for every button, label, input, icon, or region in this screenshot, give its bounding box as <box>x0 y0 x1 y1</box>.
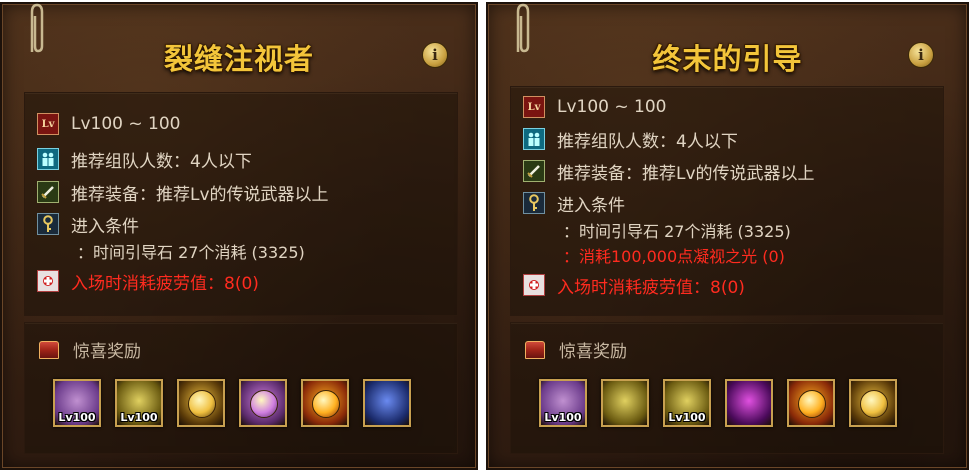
item-glyph <box>312 390 340 418</box>
gold-medal-icon[interactable] <box>177 379 225 427</box>
fatigue-icon <box>523 274 545 296</box>
requirements-box: Lv Lv100 ~ 100 推荐组队人数：4人以下 推荐装备：推荐Lv的传说武… <box>24 92 458 316</box>
level-row: Lv Lv100 ~ 100 <box>523 95 666 119</box>
reward-label: 惊喜奖励 <box>73 342 141 362</box>
gold-medal-icon[interactable] <box>849 379 897 427</box>
fatigue-row: 入场时消耗疲劳值：8(0) <box>523 273 745 298</box>
equip-row: 推荐装备：推荐Lv的传说武器以上 <box>523 159 815 184</box>
item-level-tag: Lv100 <box>668 411 706 424</box>
fatigue-text: 入场时消耗疲劳值：8(0) <box>557 277 745 298</box>
epic-weapon-box-icon[interactable]: Lv100 <box>539 379 587 427</box>
fatigue-text: 入场时消耗疲劳值：8(0) <box>71 273 259 294</box>
item-level-tag: Lv100 <box>544 411 582 424</box>
entry-row: 进入条件 <box>37 212 139 237</box>
epic-weapon-box-gold-icon[interactable]: Lv100 <box>663 379 711 427</box>
weapon-box-gold-icon[interactable] <box>601 379 649 427</box>
level-text: Lv100 ~ 100 <box>71 114 181 134</box>
fatigue-row: 入场时消耗疲劳值：8(0) <box>37 269 259 294</box>
reward-label: 惊喜奖励 <box>559 342 627 362</box>
item-glyph <box>798 390 826 418</box>
party-text: 推荐组队人数：4人以下 <box>71 151 252 172</box>
equip-text: 推荐装备：推荐Lv的传说武器以上 <box>71 184 329 205</box>
key-icon <box>37 213 59 235</box>
party-row: 推荐组队人数：4人以下 <box>37 147 252 172</box>
reward-header: 惊喜奖励 <box>39 337 141 362</box>
item-level-tag: Lv100 <box>58 411 96 424</box>
level-icon: Lv <box>523 96 545 118</box>
entry-condition-stone: ：时间引导石 27个消耗 (3325) <box>563 222 791 241</box>
party-icon <box>37 148 59 170</box>
level-row: Lv Lv100 ~ 100 <box>37 112 180 136</box>
sword-icon <box>523 160 545 182</box>
rewards-box: 惊喜奖励 Lv100 Lv100 <box>510 322 944 454</box>
requirements-box: Lv Lv100 ~ 100 推荐组队人数：4人以下 推荐装备：推荐Lv的传说武… <box>510 86 944 316</box>
fire-orb-icon[interactable] <box>787 379 835 427</box>
entry-title: 进入条件 <box>557 195 625 216</box>
entry-condition-light: ：消耗100,000点凝视之光 (0) <box>563 247 785 266</box>
fire-orb-icon[interactable] <box>301 379 349 427</box>
item-level-tag: Lv100 <box>120 411 158 424</box>
blue-crystal-icon[interactable] <box>363 379 411 427</box>
rewards-box: 惊喜奖励 Lv100 Lv100 <box>24 322 458 454</box>
equip-row: 推荐装备：推荐Lv的传说武器以上 <box>37 180 329 205</box>
dungeon-title: 终末的引导 <box>652 42 803 76</box>
reward-header: 惊喜奖励 <box>525 337 627 362</box>
party-text: 推荐组队人数：4人以下 <box>557 131 738 152</box>
entry-row: 进入条件 <box>523 191 625 216</box>
level-text: Lv100 ~ 100 <box>557 97 667 117</box>
entry-title: 进入条件 <box>71 216 139 237</box>
party-row: 推荐组队人数：4人以下 <box>523 127 738 152</box>
entry-condition-stone: ：时间引导石 27个消耗 (3325) <box>77 243 305 262</box>
item-glyph <box>860 390 888 418</box>
reward-items: Lv100 Lv100 <box>539 379 897 427</box>
treasure-chest-icon <box>525 340 545 359</box>
info-icon[interactable]: i <box>422 42 448 68</box>
epic-weapon-box-gold-icon[interactable]: Lv100 <box>115 379 163 427</box>
key-icon <box>523 192 545 214</box>
dungeon-panel-left: 裂缝注视者 i Lv Lv100 ~ 100 推荐组队人数：4人以下 推荐装备：… <box>0 2 478 470</box>
fatigue-icon <box>37 270 59 292</box>
equip-text: 推荐装备：推荐Lv的传说武器以上 <box>557 163 815 184</box>
dungeon-title: 裂缝注视者 <box>163 42 314 76</box>
level-icon: Lv <box>37 113 59 135</box>
reward-items: Lv100 Lv100 <box>53 379 411 427</box>
info-icon[interactable]: i <box>908 42 934 68</box>
epic-weapon-box-icon[interactable]: Lv100 <box>53 379 101 427</box>
party-icon <box>523 128 545 150</box>
dungeon-panel-right: 终末的引导 i Lv Lv100 ~ 100 推荐组队人数：4人以下 推荐装备：… <box>486 2 969 470</box>
item-glyph <box>250 390 278 418</box>
purple-swirl-icon[interactable] <box>725 379 773 427</box>
sword-icon <box>37 181 59 203</box>
rainbow-orb-icon[interactable] <box>239 379 287 427</box>
treasure-chest-icon <box>39 340 59 359</box>
item-glyph <box>188 390 216 418</box>
